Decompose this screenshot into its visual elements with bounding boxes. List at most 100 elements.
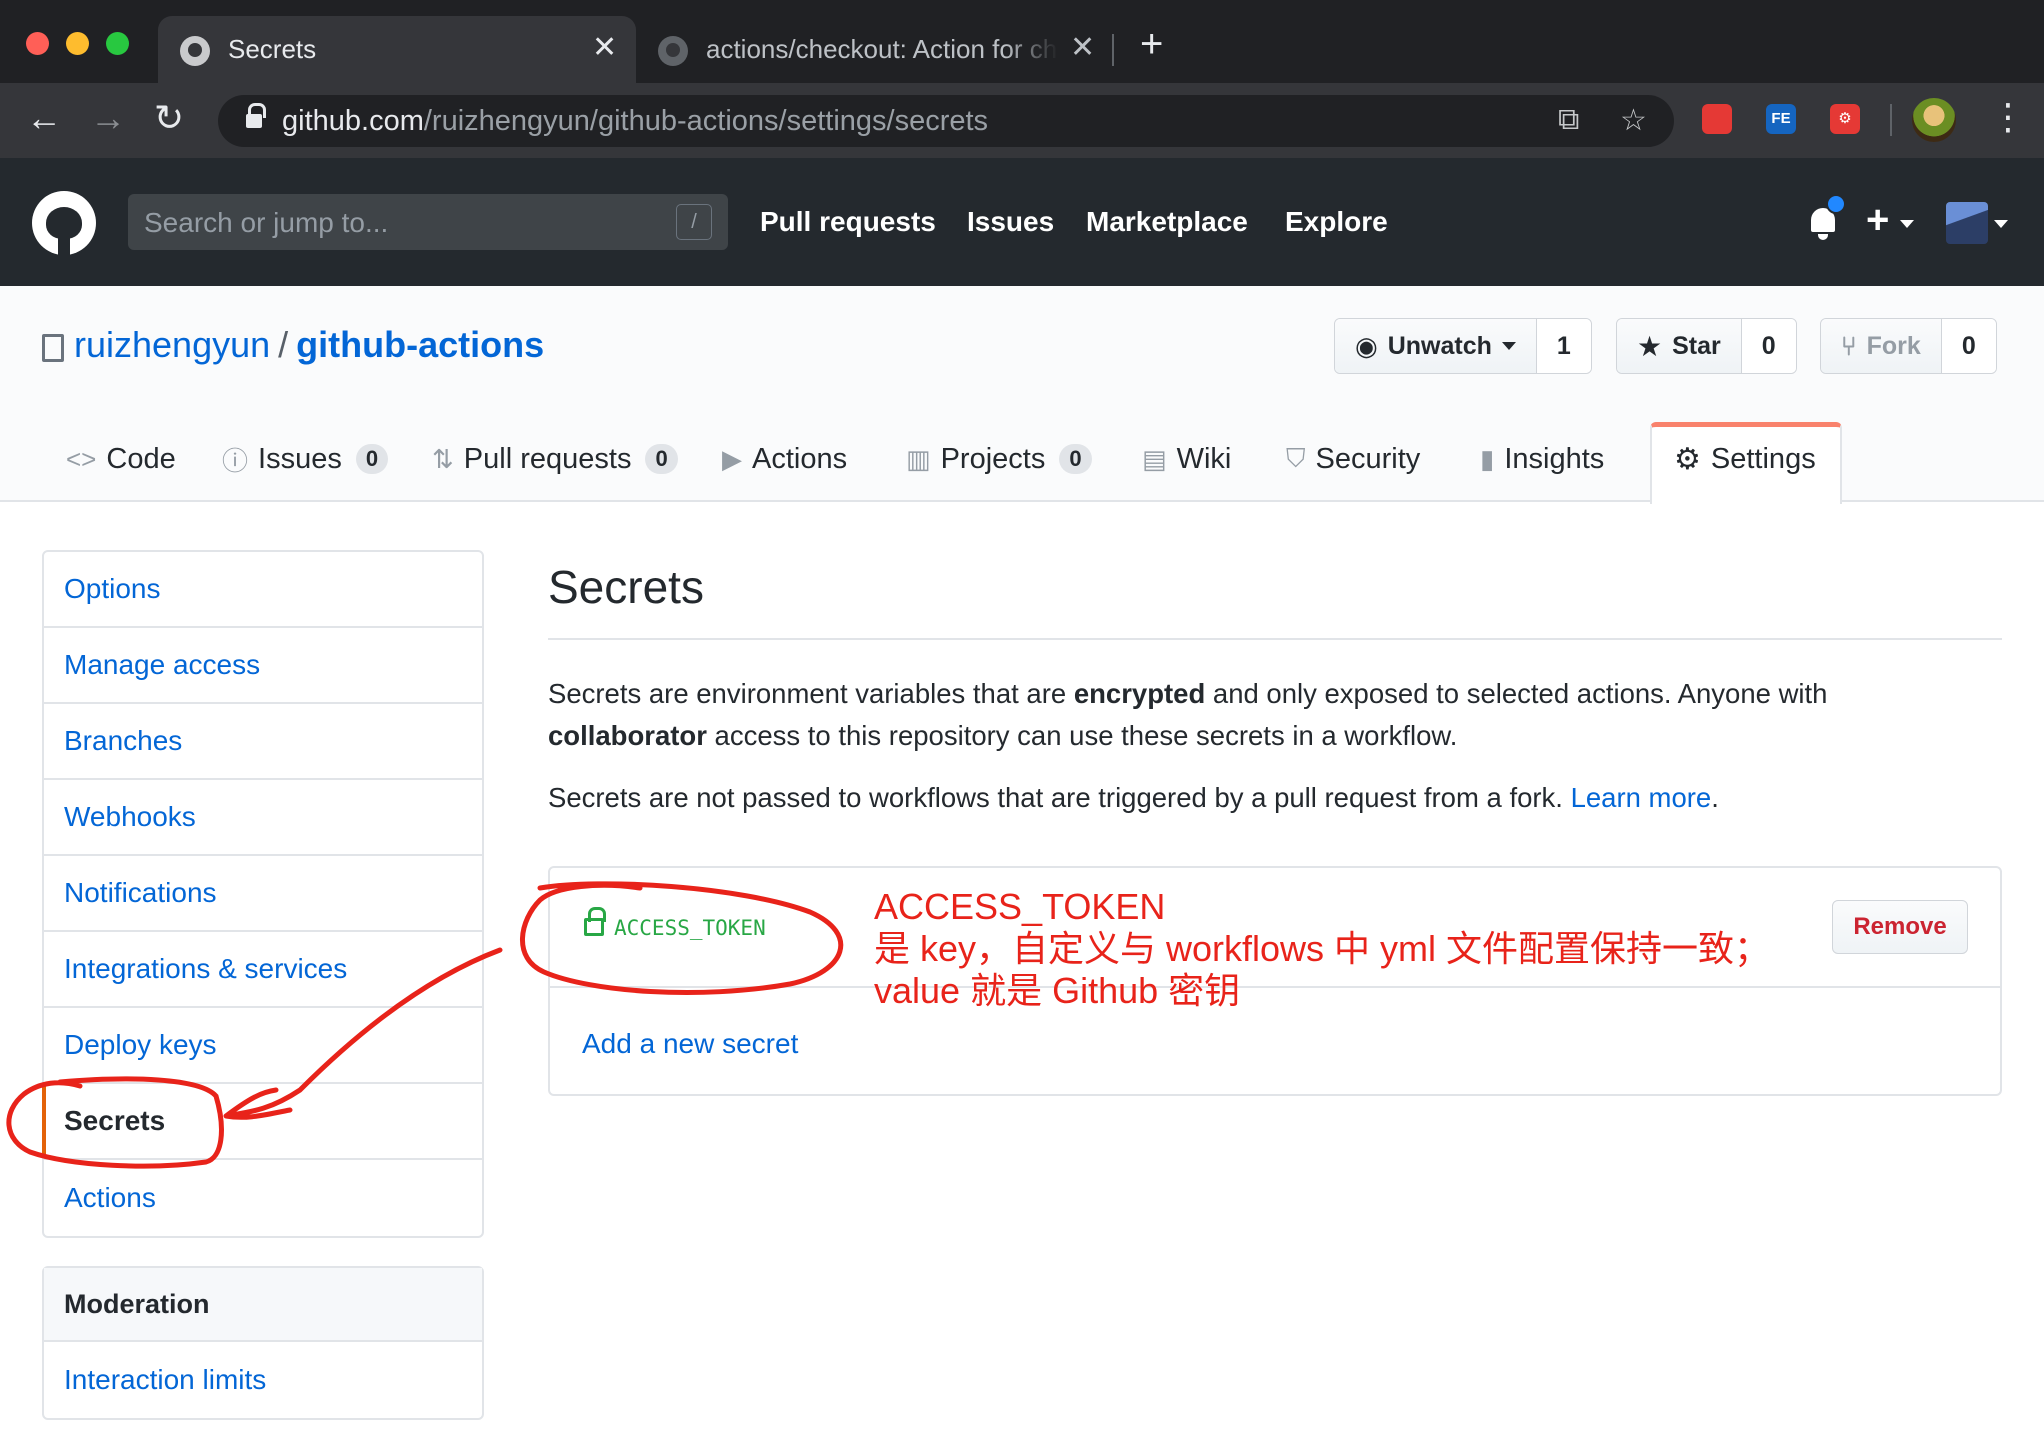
search-input[interactable]: Search or jump to... / <box>128 194 728 250</box>
nav-pull-requests[interactable]: Pull requests <box>760 206 936 238</box>
shield-icon: ⛉ <box>1286 443 1306 473</box>
title-divider <box>548 638 2002 640</box>
unwatch-button[interactable]: ◉ Unwatch <box>1335 319 1537 373</box>
tab-wiki[interactable]: ▤ Wiki <box>1142 416 1231 502</box>
tab-projects[interactable]: ▥ Projects 0 <box>906 416 1092 502</box>
stars-count[interactable]: 0 <box>1741 319 1796 373</box>
repo-separator: / <box>278 324 289 365</box>
add-new-secret-link[interactable]: Add a new secret <box>582 1028 798 1060</box>
extension-red-icon[interactable] <box>1702 104 1732 134</box>
sidebar-item-notifications[interactable]: Notifications <box>44 856 482 932</box>
fork-button[interactable]: ⑂ Fork <box>1821 319 1942 373</box>
tab-settings[interactable]: ⚙ Settings <box>1674 416 1816 502</box>
github-favicon-icon <box>180 36 210 66</box>
github-header: Search or jump to... / Pull requests Iss… <box>0 158 2044 286</box>
nav-issues[interactable]: Issues <box>967 206 1054 238</box>
minimize-window-button[interactable] <box>66 32 89 55</box>
book-icon: ▤ <box>1142 443 1167 474</box>
chrome-menu-icon[interactable]: ⋮ <box>1990 96 2026 138</box>
nav-marketplace[interactable]: Marketplace <box>1086 206 1248 238</box>
fork-notice: Secrets are not passed to workflows that… <box>548 782 1719 813</box>
github-favicon-icon <box>658 36 688 66</box>
repo-icon <box>42 334 64 362</box>
tab-security[interactable]: ⛉ Security <box>1286 416 1420 502</box>
remove-secret-button[interactable]: Remove <box>1832 900 1968 954</box>
annotation-note: ACCESS_TOKEN 是 key，自定义与 workflows 中 yml … <box>874 886 1770 1012</box>
notification-dot <box>1826 194 1846 214</box>
sidebar-item-secrets[interactable]: Secrets <box>42 1084 482 1160</box>
tab-title: actions/checkout: Action for checking ou… <box>706 34 1058 64</box>
repo-title: ruizhengyun / github-actions <box>74 324 544 366</box>
tab-title: Secrets <box>228 34 317 64</box>
fork-button-group: ⑂ Fork 0 <box>1820 318 1997 374</box>
tab-actions[interactable]: ▶ Actions <box>722 416 847 502</box>
sidebar-item-manage-access[interactable]: Manage access <box>44 628 482 704</box>
gear-icon: ⚙ <box>1674 442 1701 476</box>
pull-requests-counter: 0 <box>645 444 678 474</box>
learn-more-link[interactable]: Learn more <box>1571 782 1712 813</box>
repo-owner-link[interactable]: ruizhengyun <box>74 324 270 365</box>
browser-tab-checkout[interactable]: actions/checkout: Action for checking ou… <box>636 16 1106 83</box>
tab-pull-requests[interactable]: ⇅ Pull requests 0 <box>432 416 678 502</box>
extension-fe-icon[interactable]: FE <box>1766 104 1796 134</box>
sidebar-item-options[interactable]: Options <box>44 552 482 628</box>
sidebar-item-actions[interactable]: Actions <box>44 1160 482 1236</box>
maximize-window-button[interactable] <box>106 32 129 55</box>
play-icon: ▶ <box>722 443 742 474</box>
plus-icon[interactable]: + <box>1866 198 1889 243</box>
moderation-heading: Moderation <box>44 1268 482 1342</box>
extension-gear-icon[interactable]: ⚙ <box>1830 104 1860 134</box>
tab-insights[interactable]: ▮ Insights <box>1480 416 1604 502</box>
chrome-profile-avatar[interactable] <box>1912 98 1956 142</box>
settings-sidebar: Options Manage access Branches Webhooks … <box>42 550 484 1238</box>
unwatch-button-group: ◉ Unwatch 1 <box>1334 318 1592 374</box>
close-window-button[interactable] <box>26 32 49 55</box>
projects-counter: 0 <box>1059 444 1092 474</box>
sidebar-item-branches[interactable]: Branches <box>44 704 482 780</box>
annotation-line-3: value 就是 Github 密钥 <box>874 970 1241 1011</box>
chevron-down-icon <box>1501 342 1516 350</box>
lock-icon <box>584 907 606 936</box>
sidebar-item-webhooks[interactable]: Webhooks <box>44 780 482 856</box>
lock-icon <box>246 103 266 130</box>
url-text[interactable]: github.com/ruizhengyun/github-actions/se… <box>282 105 988 138</box>
moderation-sidebar: Moderation Interaction limits <box>42 1266 484 1420</box>
forward-arrow-icon[interactable]: → <box>90 97 126 139</box>
repo-header: ruizhengyun / github-actions ◉ Unwatch 1 ★ S… <box>0 286 2044 504</box>
star-button-group: ★ Star 0 <box>1616 318 1797 374</box>
secrets-description: Secrets are environment variables that a… <box>548 678 1828 751</box>
browser-tab-secrets[interactable]: Secrets ✕ <box>158 16 636 83</box>
github-logo-icon[interactable] <box>32 191 96 255</box>
forks-count[interactable]: 0 <box>1941 319 1996 373</box>
eye-icon: ◉ <box>1355 330 1378 361</box>
back-arrow-icon[interactable]: ← <box>26 97 62 139</box>
close-tab-icon[interactable]: ✕ <box>592 30 617 65</box>
nav-explore[interactable]: Explore <box>1285 206 1388 238</box>
address-bar[interactable]: github.com/ruizhengyun/github-actions/se… <box>218 95 1674 147</box>
issue-icon: ⓘ <box>222 445 249 476</box>
repo-name-link[interactable]: github-actions <box>296 324 544 365</box>
sidebar-item-integrations[interactable]: Integrations & services <box>44 932 482 1008</box>
sidebar-item-interaction-limits[interactable]: Interaction limits <box>44 1342 482 1418</box>
search-shortcut-key: / <box>676 204 712 240</box>
code-icon: <> <box>66 443 97 474</box>
new-tab-button[interactable]: + <box>1140 22 1163 67</box>
avatar[interactable] <box>1946 202 1988 244</box>
toolbar-divider <box>1890 104 1892 136</box>
star-button[interactable]: ★ Star <box>1617 319 1742 373</box>
tab-issues[interactable]: ⓘ Issues 0 <box>222 416 389 502</box>
sidebar-item-deploy-keys[interactable]: Deploy keys <box>44 1008 482 1084</box>
watchers-count[interactable]: 1 <box>1536 319 1591 373</box>
reload-icon[interactable]: ↻ <box>154 97 184 139</box>
chevron-down-icon[interactable] <box>1900 220 1914 228</box>
star-bookmark-icon[interactable]: ☆ <box>1620 103 1647 138</box>
close-tab-icon[interactable]: ✕ <box>1070 30 1095 65</box>
pull-request-icon: ⇅ <box>432 443 454 474</box>
chevron-down-icon[interactable] <box>1994 220 2008 228</box>
fork-icon: ⑂ <box>1841 330 1857 361</box>
translate-icon[interactable]: ⧉ <box>1558 103 1579 137</box>
search-placeholder: Search or jump to... <box>144 207 389 238</box>
browser-tab-bar: Secrets ✕ actions/checkout: Action for c… <box>0 0 2044 83</box>
tab-code[interactable]: <> Code <box>66 416 176 502</box>
page-title: Secrets <box>548 561 704 613</box>
